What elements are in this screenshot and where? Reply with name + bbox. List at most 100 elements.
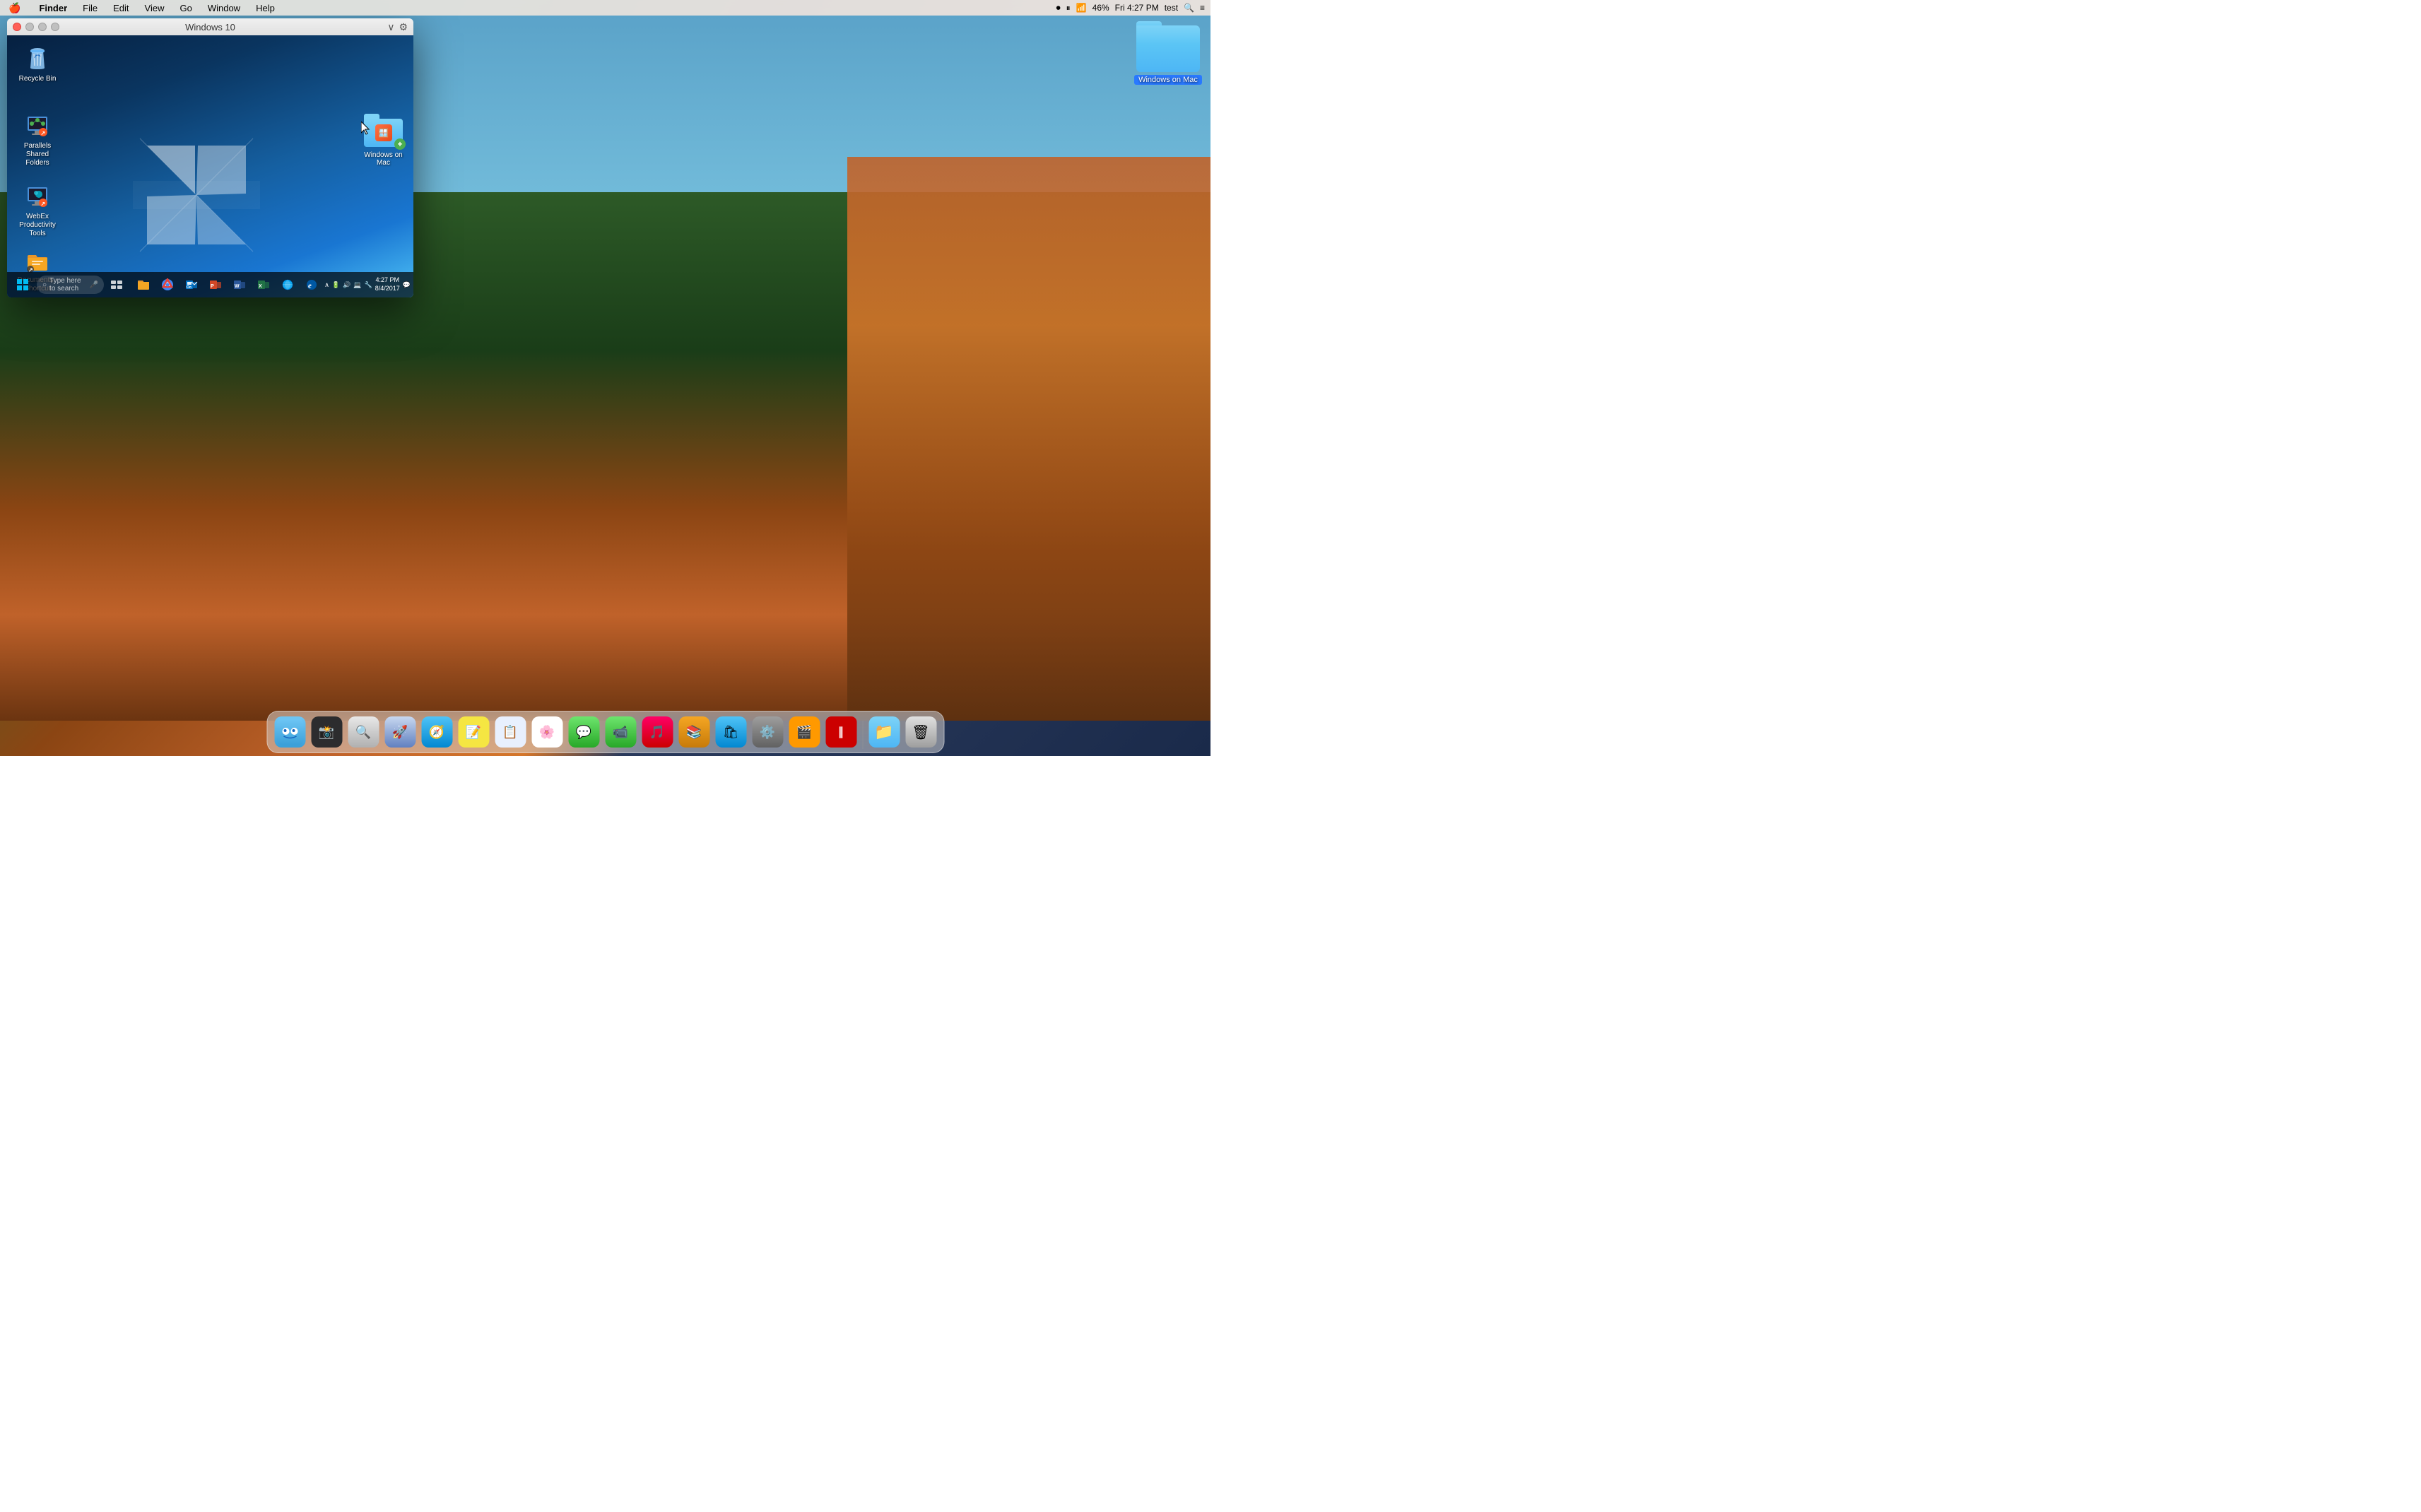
user-name: test [1165, 3, 1178, 13]
windows-titlebar: Windows 10 ∨ ⚙ [7, 18, 413, 35]
app-name-menu[interactable]: Finder [36, 1, 70, 15]
dock-appstore[interactable]: 🛍 [714, 715, 748, 749]
ie-e-taskbar[interactable]: e [300, 273, 323, 296]
notifications-icon[interactable]: 💬 [403, 281, 411, 289]
window-menu[interactable]: Window [205, 1, 243, 15]
recycle-bin-desktop-icon[interactable]: Recycle Bin [13, 42, 62, 86]
vlc-icon: 🎬 [789, 716, 820, 748]
window-title: Windows 10 [185, 22, 235, 33]
win-folder-label: Windows on Mac [360, 151, 406, 167]
wifi-icon[interactable]: 📶 [1076, 3, 1087, 13]
window-settings-icon[interactable]: ⚙ [399, 21, 408, 33]
edit-menu[interactable]: Edit [110, 1, 131, 15]
win10-desktop: Recycle Bin [7, 35, 413, 297]
taskbar-right: ∧ 🔋 🔊 💻 🔧 4:27 PM 8/4/2017 💬 [324, 276, 411, 293]
menubar-clock: Fri 4:27 PM [1115, 3, 1159, 13]
windows10-vm-window: Windows 10 ∨ ⚙ [7, 18, 413, 297]
svg-text:↗: ↗ [41, 201, 46, 207]
task-view-button[interactable] [105, 273, 128, 296]
battery-indicator: 46% [1092, 3, 1109, 13]
volume-icon[interactable]: 🔊 [343, 281, 351, 289]
facetime-icon: 📹 [605, 716, 636, 748]
dock-ibooks[interactable]: 📚 [677, 715, 711, 749]
apple-menu[interactable]: 🍎 [6, 1, 23, 16]
minimize-button[interactable] [25, 23, 34, 31]
network-icon[interactable]: 💻 [353, 281, 361, 289]
webex-label: WebEx Productivity Tools [16, 213, 59, 238]
fullscreen-button[interactable] [51, 23, 59, 31]
action-center-icon[interactable]: 🔧 [365, 281, 372, 289]
dock-finder[interactable] [273, 715, 307, 749]
mac-dock: 📸 🔍 🚀 🧭 📝 📋 🌸 💬 📹 [266, 711, 944, 753]
go-menu[interactable]: Go [177, 1, 194, 15]
parallels-shared-desktop-icon[interactable]: ↗ Parallels Shared Folders [13, 110, 62, 170]
ibooks-icon: 📚 [678, 716, 709, 748]
photos-icon: 🌸 [531, 716, 562, 748]
spotlight-icon[interactable]: 🔍 [1184, 3, 1194, 13]
window-controls [13, 23, 59, 31]
file-explorer-taskbar[interactable] [132, 273, 155, 296]
taskbar-clock[interactable]: 4:27 PM 8/4/2017 [375, 276, 400, 293]
excel-taskbar[interactable]: X [252, 273, 275, 296]
dock-itunes[interactable]: 🎵 [640, 715, 674, 749]
chrome-taskbar[interactable] [156, 273, 179, 296]
menubar-right: ⏺ ⏸ 📶 46% Fri 4:27 PM test 🔍 ≡ [1056, 3, 1205, 13]
taskbar-time-display: 4:27 PM [375, 276, 400, 285]
dock-safari[interactable]: 🧭 [420, 715, 454, 749]
ie-taskbar[interactable] [276, 273, 299, 296]
file-menu[interactable]: File [80, 1, 100, 15]
dock-sysprefs[interactable]: ⚙️ [750, 715, 784, 749]
show-hidden-icon[interactable]: ∧ [324, 281, 329, 289]
outlook-taskbar[interactable]: Oo [180, 273, 203, 296]
close-button[interactable] [13, 23, 21, 31]
dock-facetime[interactable]: 📹 [603, 715, 637, 749]
svg-text:P: P [211, 284, 214, 289]
win-search-box[interactable]: ○ Type here to search 🎤 [37, 276, 104, 294]
mac-desktop-windows-folder[interactable]: Windows on Mac [1133, 21, 1203, 85]
dock-screenshot[interactable]: 📸 [310, 715, 343, 749]
notification-center-icon[interactable]: ≡ [1200, 3, 1205, 13]
window-chevron-icon[interactable]: ∨ [387, 21, 394, 33]
powerpoint-taskbar[interactable]: P [204, 273, 227, 296]
record-indicator: ⏺ [1056, 3, 1061, 13]
appstore-icon: 🛍 [715, 716, 746, 748]
mac-desktop: 🍎 Finder File Edit View Go Window Help ⏺… [0, 0, 1210, 756]
pause-indicator: ⏸ [1066, 3, 1071, 13]
svg-text:e: e [308, 282, 312, 290]
dock-folder[interactable]: 📁 [867, 715, 901, 749]
search-placeholder: Type here to search [49, 277, 87, 293]
documents-image: ↗ [23, 247, 52, 275]
screenshot-dock-icon: 📸 [311, 716, 342, 748]
launchpad-icon: 🚀 [384, 716, 416, 748]
dock-disk-diag[interactable]: 🔍 [346, 715, 380, 749]
search-icon: ○ [42, 281, 47, 289]
dock-kanban[interactable]: 📋 [493, 715, 527, 749]
view-menu[interactable]: View [142, 1, 167, 15]
dock-stickies[interactable]: 📝 [456, 715, 490, 749]
dock-parallels-pd[interactable]: ∥ [824, 715, 858, 749]
dock-launchpad[interactable]: 🚀 [383, 715, 417, 749]
messages-icon: 💬 [568, 716, 599, 748]
dock-trash[interactable]: 🗑 [904, 715, 938, 749]
word-taskbar[interactable]: W [228, 273, 251, 296]
dock-messages[interactable]: 💬 [567, 715, 601, 749]
taskbar-apps: Oo P [132, 273, 323, 296]
disk-diag-icon: 🔍 [348, 716, 379, 748]
mac-menubar: 🍎 Finder File Edit View Go Window Help ⏺… [0, 0, 1210, 16]
mic-icon: 🎤 [90, 281, 98, 289]
dock-vlc[interactable]: 🎬 [787, 715, 821, 749]
win-desktop-windows-on-mac-folder[interactable]: 🪟 + Windows on Mac [360, 114, 406, 167]
maximize-button[interactable] [38, 23, 47, 31]
webex-desktop-icon[interactable]: ↗ WebEx Productivity Tools [13, 180, 62, 241]
win10-logo [133, 131, 260, 262]
finder-icon [274, 716, 305, 748]
webex-image: ↗ [23, 183, 52, 211]
dock-photos[interactable]: 🌸 [530, 715, 564, 749]
sysprefs-icon: ⚙️ [752, 716, 783, 748]
dock-separator [862, 721, 863, 749]
help-menu[interactable]: Help [253, 1, 278, 15]
parallels-shared-label: Parallels Shared Folders [16, 142, 59, 167]
stickies-icon: 📝 [458, 716, 489, 748]
win-start-button[interactable] [10, 272, 35, 297]
folder-body [1136, 25, 1200, 72]
